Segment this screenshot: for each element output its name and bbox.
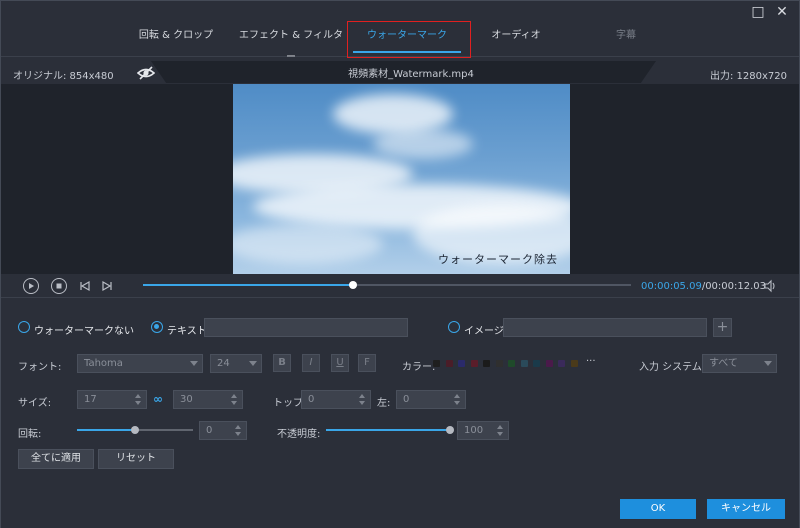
- file-name: 視頻素材_Watermark.mp4: [348, 69, 474, 80]
- cancel-button[interactable]: キャンセル: [707, 499, 785, 519]
- opacity-slider-knob[interactable]: [446, 426, 454, 434]
- italic-button[interactable]: I: [302, 354, 320, 372]
- size-label: サイズ:: [18, 398, 52, 409]
- progress-fill: [143, 284, 353, 286]
- chevron-down-icon: [249, 361, 257, 366]
- watermark-text-input[interactable]: [204, 318, 408, 337]
- top-input[interactable]: 0: [301, 390, 371, 409]
- color-swatch[interactable]: [458, 360, 465, 367]
- color-swatch[interactable]: [433, 360, 440, 367]
- no-watermark-radio[interactable]: [18, 321, 30, 333]
- input-system-value: すべて: [709, 358, 738, 369]
- width-input[interactable]: 17: [77, 390, 147, 409]
- image-watermark-radio[interactable]: [448, 321, 460, 333]
- stepper-icon[interactable]: [235, 422, 243, 439]
- original-resolution: オリジナル: 854x480: [13, 71, 114, 82]
- reset-button[interactable]: リセット: [98, 449, 174, 469]
- font-family-value: Tahoma: [84, 358, 123, 369]
- color-swatch[interactable]: [520, 360, 528, 367]
- play-button[interactable]: [23, 278, 39, 294]
- chevron-down-icon: [190, 361, 198, 366]
- color-swatch[interactable]: [570, 360, 578, 367]
- stop-button[interactable]: [51, 278, 67, 294]
- apply-all-button[interactable]: 全てに適用: [18, 449, 94, 469]
- tab-rotate-crop[interactable]: 回転 & クロップ: [131, 25, 221, 47]
- height-input[interactable]: 30: [173, 390, 243, 409]
- watermark-text-overlay[interactable]: ウォーターマーク除去: [438, 251, 558, 267]
- left-input[interactable]: 0: [396, 390, 466, 409]
- stepper-icon[interactable]: [454, 391, 462, 408]
- rotate-slider-knob[interactable]: [131, 426, 139, 434]
- rotate-input[interactable]: 0: [199, 421, 247, 440]
- opacity-slider-fill: [326, 429, 450, 431]
- next-frame-icon[interactable]: [101, 280, 113, 292]
- color-label: カラー:: [402, 362, 436, 373]
- opacity-label: 不透明度:: [277, 429, 321, 440]
- color-swatch[interactable]: [470, 360, 478, 367]
- more-colors-button[interactable]: ···: [586, 356, 596, 367]
- maximize-icon[interactable]: □: [749, 3, 767, 21]
- color-swatch[interactable]: [545, 360, 553, 367]
- close-icon[interactable]: ✕: [773, 3, 791, 21]
- font-size-value: 24: [217, 358, 230, 369]
- font-label: フォント:: [18, 362, 62, 373]
- input-system-select[interactable]: すべて: [702, 354, 777, 373]
- add-image-button[interactable]: +: [713, 318, 732, 337]
- rotate-value: 0: [206, 425, 213, 436]
- color-swatch[interactable]: [558, 360, 565, 367]
- play-icon: [29, 283, 34, 289]
- total-time: /00:00:12.03: [701, 281, 767, 292]
- height-value: 30: [180, 394, 193, 405]
- video-editor-window: □ ✕ 回転 & クロップ エフェクト & フィルター ウォーターマーク オーデ…: [0, 0, 800, 528]
- link-aspect-icon[interactable]: ∞: [153, 392, 163, 406]
- volume-icon[interactable]: [763, 279, 777, 293]
- strikethrough-button[interactable]: F: [358, 354, 376, 372]
- previous-frame-icon[interactable]: [79, 280, 91, 292]
- ok-button[interactable]: OK: [620, 499, 696, 519]
- stepper-icon[interactable]: [497, 422, 505, 439]
- font-size-select[interactable]: 24: [210, 354, 262, 373]
- no-watermark-label: ウォーターマークない: [34, 326, 134, 337]
- progress-knob[interactable]: [348, 281, 357, 289]
- stepper-icon[interactable]: [359, 391, 367, 408]
- video-preview: [233, 84, 570, 274]
- color-swatch[interactable]: [483, 360, 490, 367]
- current-time: 00:00:05.09: [641, 281, 702, 292]
- color-swatch[interactable]: [508, 360, 515, 367]
- text-watermark-radio[interactable]: [151, 321, 163, 333]
- left-value: 0: [403, 394, 410, 405]
- rotate-label: 回転:: [18, 429, 42, 440]
- chevron-down-icon: [764, 361, 772, 366]
- watermark-image-input[interactable]: [503, 318, 707, 337]
- color-swatch[interactable]: [495, 360, 503, 367]
- opacity-value: 100: [464, 425, 484, 436]
- tab-effects-filters[interactable]: エフェクト & フィルター: [237, 25, 345, 63]
- tab-audio[interactable]: オーディオ: [481, 25, 551, 47]
- bold-button[interactable]: B: [273, 354, 291, 372]
- input-system-label: 入力 システム:: [639, 362, 706, 373]
- stepper-icon[interactable]: [231, 391, 239, 408]
- color-swatch[interactable]: [445, 360, 453, 367]
- tab-subtitle[interactable]: 字幕: [601, 25, 651, 47]
- output-resolution: 出力: 1280x720: [709, 71, 787, 82]
- opacity-input[interactable]: 100: [457, 421, 509, 440]
- underline-button[interactable]: U: [331, 354, 349, 372]
- eye-slash-icon[interactable]: [137, 65, 155, 81]
- highlight-box: [347, 21, 471, 58]
- stepper-icon[interactable]: [135, 391, 143, 408]
- left-label: 左:: [377, 398, 391, 409]
- stop-icon: [56, 283, 62, 289]
- text-watermark-label: テキスト: [167, 326, 207, 337]
- top-value: 0: [308, 394, 315, 405]
- color-swatch[interactable]: [533, 360, 540, 367]
- width-value: 17: [84, 394, 97, 405]
- image-watermark-label: イメージ: [464, 326, 504, 337]
- time-display: 00:00:05.09/00:00:12.03: [641, 281, 766, 292]
- rotate-slider-track[interactable]: [135, 429, 193, 431]
- font-family-select[interactable]: Tahoma: [77, 354, 203, 373]
- rotate-slider-fill: [77, 429, 135, 431]
